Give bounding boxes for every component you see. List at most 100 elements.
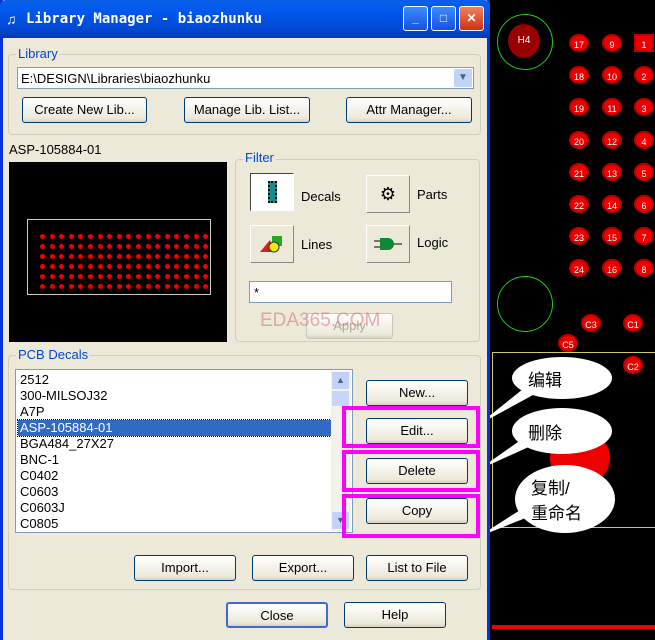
pcb-pad: 17	[569, 34, 589, 52]
preview-pad	[145, 284, 151, 289]
import-button[interactable]: Import...	[134, 555, 236, 581]
preview-pad	[193, 254, 199, 259]
pcb-pad: 23	[569, 227, 589, 246]
cap-c1: C1	[623, 314, 643, 332]
preview-pad	[88, 284, 93, 289]
manage-lib-list-button[interactable]: Manage Lib. List...	[184, 97, 310, 123]
preview-pad	[193, 264, 199, 269]
parts-filter-button[interactable]: ⚙	[366, 175, 410, 213]
preview-pad	[116, 234, 122, 239]
attr-manager-button[interactable]: Attr Manager...	[346, 97, 472, 123]
maximize-button[interactable]: □	[431, 6, 456, 31]
decal-list-item[interactable]: A7P	[18, 404, 331, 420]
decal-list-item[interactable]: 300-MILSOJ32	[18, 388, 331, 404]
decal-list-item[interactable]: BGA484_27X27	[18, 436, 331, 452]
preview-pad	[145, 234, 151, 239]
pcb-pad: 2	[634, 66, 654, 85]
pcb-pad: 13	[602, 162, 622, 181]
pcb-pad: 21	[569, 162, 589, 181]
preview-pad	[184, 284, 189, 289]
new-decal-button[interactable]: New...	[366, 380, 468, 406]
decal-list-item[interactable]: BNC-1	[18, 452, 331, 468]
decal-list-item[interactable]: C0603J	[18, 500, 331, 516]
preview-pad	[136, 264, 141, 269]
preview-pad	[136, 274, 141, 279]
preview-pad	[49, 284, 55, 289]
preview-pad	[184, 244, 189, 249]
preview-pad	[193, 274, 199, 279]
logic-label: Logic	[417, 235, 449, 250]
scroll-up-button[interactable]: ▲	[332, 372, 349, 389]
logic-gate-icon	[374, 238, 402, 250]
preview-pad	[97, 284, 103, 289]
preview-pad	[68, 274, 74, 279]
decal-list-item[interactable]: C0402	[18, 468, 331, 484]
decal-list-item[interactable]: C0603	[18, 484, 331, 500]
pcb-pad: 22	[569, 195, 589, 213]
preview-pad	[68, 284, 74, 289]
pcb-pad: 16	[602, 259, 622, 278]
cap-c5: C5	[558, 334, 578, 352]
decal-list-item[interactable]: C0805	[18, 516, 331, 532]
app-icon: ♫	[6, 11, 17, 27]
preview-pad	[136, 234, 141, 239]
decals-label: Decals	[301, 189, 341, 204]
preview-pad	[40, 264, 45, 269]
decals-filter-button[interactable]	[250, 173, 294, 211]
preview-pad	[97, 254, 103, 259]
preview-pad	[68, 264, 74, 269]
preview-pad	[40, 244, 45, 249]
preview-pad	[145, 254, 151, 259]
title-bar[interactable]: ♫ Library Manager - biaozhunku _ □ ✕	[0, 0, 490, 38]
minimize-button[interactable]: _	[403, 6, 428, 31]
pcb-pad: 15	[602, 227, 622, 246]
preview-pad	[136, 244, 141, 249]
preview-pad	[40, 284, 45, 289]
preview-pad	[40, 234, 45, 239]
chevron-down-icon[interactable]: ▼	[454, 69, 472, 87]
decal-icon	[267, 181, 277, 203]
pcb-pad: 20	[569, 130, 589, 149]
library-path-combobox[interactable]: E:\DESIGN\Libraries\biaozhunku ▼	[17, 67, 474, 89]
create-new-lib-button[interactable]: Create New Lib...	[22, 97, 147, 123]
preview-pad	[97, 264, 103, 269]
pcb-pad: 11	[602, 98, 622, 117]
decals-listbox[interactable]: 2512 300-MILSOJ32 A7P ASP-105884-01 BGA484_2…	[15, 369, 353, 533]
export-button[interactable]: Export...	[252, 555, 354, 581]
preview-pad	[116, 264, 122, 269]
logic-filter-button[interactable]	[366, 225, 410, 263]
preview-pad	[88, 234, 93, 239]
preview-pad	[184, 254, 189, 259]
pcb-pad: 19	[569, 98, 589, 117]
preview-pad	[145, 244, 151, 249]
library-legend: Library	[16, 46, 60, 61]
scroll-thumb[interactable]	[332, 391, 349, 406]
close-button[interactable]: Close	[226, 602, 328, 628]
preview-pad	[184, 274, 189, 279]
pcb-pad: 5	[634, 162, 654, 181]
pcb-pad: 6	[634, 195, 654, 213]
list-to-file-button[interactable]: List to File	[366, 555, 468, 581]
preview-pad	[88, 264, 93, 269]
pcb-canvas: H4 17 18 19 20 21 22 23 24 9 10 11 12 13 14 15 16 1 2 3 4 5 6…	[478, 0, 655, 640]
decal-preview	[9, 162, 227, 342]
preview-pad	[164, 234, 170, 239]
close-window-button[interactable]: ✕	[459, 6, 484, 31]
highlight-copy	[342, 494, 480, 538]
help-button[interactable]: Help	[344, 602, 446, 628]
decal-list-item[interactable]: 2512	[18, 372, 331, 388]
pcb-pad: 8	[634, 259, 654, 278]
lines-label: Lines	[301, 237, 333, 252]
filter-pattern-input[interactable]: *	[249, 281, 452, 303]
pcb-pad: 10	[602, 66, 622, 85]
pcb-pad: 18	[569, 66, 589, 85]
preview-pad	[145, 264, 151, 269]
lines-filter-button[interactable]	[250, 225, 294, 263]
preview-pad	[164, 254, 170, 259]
pcb-pad: 24	[569, 259, 589, 278]
preview-pad	[40, 274, 45, 279]
preview-pad	[88, 254, 93, 259]
preview-title: ASP-105884-01	[9, 142, 102, 157]
decal-list-item[interactable]: ASP-105884-01	[17, 419, 332, 437]
preview-pad	[184, 234, 189, 239]
